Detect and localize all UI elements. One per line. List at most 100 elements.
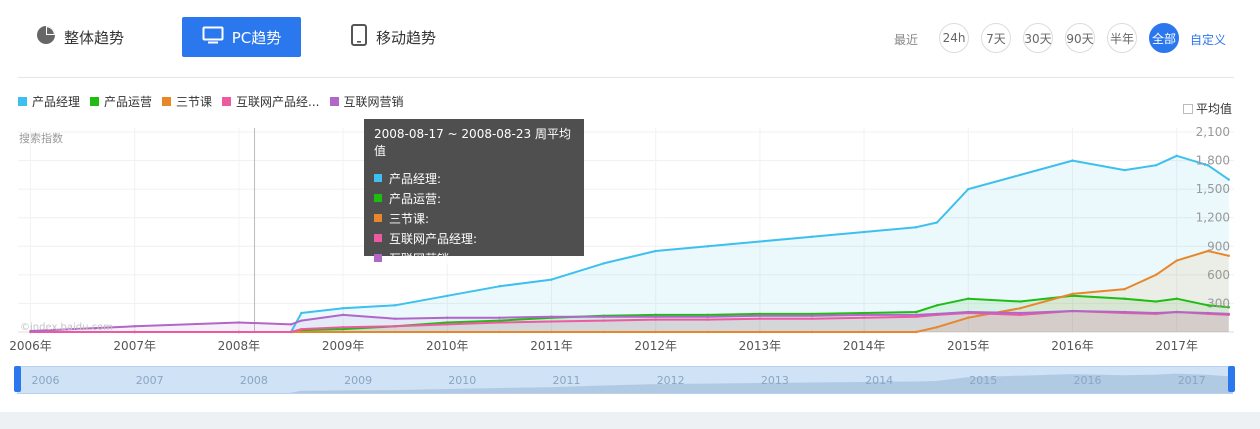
data-point (1071, 292, 1074, 296)
data-point (393, 330, 397, 334)
tooltip-swatch (374, 194, 382, 202)
data-point (1175, 310, 1178, 314)
data-point (300, 330, 303, 334)
custom-range-link[interactable]: 自定义 (1190, 31, 1226, 48)
watermark: ©index.baidu.com (20, 322, 114, 333)
data-point (967, 310, 970, 314)
data-point (967, 316, 970, 319)
tooltip-row: 互联网营销: (374, 248, 574, 268)
data-point (810, 235, 814, 238)
range-24h-button[interactable]: 24h (939, 23, 969, 53)
x-tick-label: 2013年 (739, 339, 782, 353)
legend-item[interactable]: 互联网产品经... (222, 93, 320, 110)
data-point (341, 306, 345, 310)
data-point (446, 330, 449, 334)
data-point (758, 240, 762, 243)
tooltip-row: 三节课: (374, 208, 574, 228)
data-point (967, 187, 970, 191)
data-point (862, 316, 866, 319)
data-point (602, 262, 605, 265)
y-tick-label: 1,800 (1196, 154, 1230, 168)
data-point (300, 319, 303, 322)
navigator-year-label: 2017 (1178, 374, 1206, 387)
data-point (1019, 311, 1022, 315)
data-point (1019, 300, 1022, 303)
data-point (393, 325, 397, 328)
data-point (498, 321, 501, 324)
data-point (1019, 173, 1022, 177)
tooltip-row: 产品运营: (374, 188, 574, 208)
navigator-left-handle[interactable] (14, 366, 21, 392)
tooltip-swatch (374, 234, 382, 242)
tab-mobile[interactable]: 移动趋势 (350, 17, 460, 57)
x-tick-label: 2016年 (1051, 339, 1094, 353)
data-point (289, 323, 293, 326)
average-label: 平均值 (1196, 102, 1233, 116)
data-point (602, 319, 605, 322)
data-point (706, 330, 709, 334)
data-point (393, 317, 397, 320)
tooltip-row: 产品经理: (374, 168, 574, 188)
range-30d-button[interactable]: 30天 (1023, 23, 1053, 53)
legend-item[interactable]: 产品经理 (18, 93, 80, 110)
data-point (654, 330, 657, 334)
navigator-year-label: 2009 (344, 374, 372, 387)
range-navigator[interactable]: 2006 2007 2008 2009 2010 2011 2012 2013 2014 2015… (17, 366, 1233, 394)
navigator-right-handle[interactable] (1228, 366, 1235, 392)
data-point (133, 330, 136, 334)
x-tick-label: 2011年 (530, 339, 573, 353)
tab-overall[interactable]: 整体趋势 (36, 17, 156, 57)
data-point (935, 326, 939, 329)
data-point (550, 315, 553, 318)
data-point (498, 285, 501, 288)
data-point (1123, 168, 1126, 172)
average-checkbox[interactable] (1183, 103, 1193, 114)
x-tick-label: 2006年 (9, 339, 52, 353)
x-tick-label: 2007年 (113, 339, 156, 353)
data-point (550, 330, 553, 334)
x-tick-label: 2009年 (322, 339, 365, 353)
x-tick-label: 2017年 (1155, 339, 1198, 353)
data-point (654, 249, 657, 253)
data-point (862, 313, 866, 317)
legend-item[interactable]: 互联网营销 (329, 93, 404, 110)
pie-chart-icon (36, 25, 56, 49)
legend-label: 互联网产品经... (236, 95, 320, 109)
data-point (914, 310, 918, 314)
chart-tooltip: 2008-08-17 ~ 2008-08-23 周平均值 产品经理: 产品运营:… (364, 119, 584, 266)
data-point (446, 294, 449, 298)
data-point (810, 317, 814, 320)
area-layer (30, 155, 1229, 332)
legend-label: 互联网营销 (343, 95, 404, 109)
range-7d-button[interactable]: 7天 (981, 23, 1011, 53)
data-point (935, 304, 939, 307)
range-all-button[interactable]: 全部 (1149, 23, 1179, 53)
data-point (550, 320, 553, 323)
data-point (654, 318, 657, 321)
data-point (1175, 154, 1178, 158)
tooltip-label: 互联网营销: (389, 251, 454, 266)
range-90d-button[interactable]: 90天 (1065, 23, 1095, 53)
x-tick-label: 2012年 (634, 339, 677, 353)
navigator-chart: 2006 2007 2008 2009 2010 2011 2012 2013 2014 2015… (17, 373, 1233, 393)
data-point (706, 315, 709, 318)
navigator-year-label: 2011 (552, 374, 580, 387)
data-point (758, 330, 762, 334)
data-point (550, 278, 553, 281)
legend-swatch (222, 97, 232, 106)
range-half-year-button[interactable]: 半年 (1107, 23, 1137, 53)
tab-pc-label: PC趋势 (231, 28, 282, 47)
data-point (914, 330, 918, 334)
legend-item[interactable]: 产品运营 (90, 93, 152, 110)
data-point (1227, 254, 1230, 258)
tab-pc[interactable]: PC趋势 (182, 17, 301, 57)
data-point (300, 327, 303, 331)
legend-swatch (329, 97, 339, 106)
data-point (1071, 159, 1074, 162)
data-point (300, 311, 303, 315)
average-toggle[interactable]: 平均值 (1183, 100, 1232, 117)
navigator-year-label: 2008 (240, 374, 268, 387)
navigator-year-label: 2015 (969, 374, 997, 387)
data-point (810, 314, 814, 318)
legend-item[interactable]: 三节课 (162, 93, 212, 110)
